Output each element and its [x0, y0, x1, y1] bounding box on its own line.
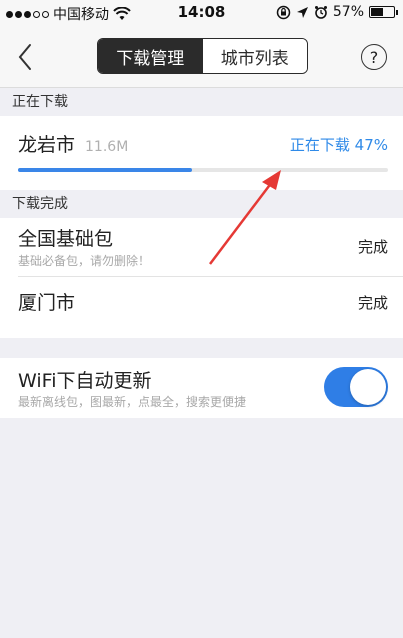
rotation-lock-icon: [276, 5, 291, 19]
city-name: 龙岩市: [18, 134, 76, 156]
divider: [18, 276, 403, 277]
download-row-longyan[interactable]: 龙岩市 11.6M 正在下载 47%: [0, 116, 403, 190]
back-button[interactable]: [12, 41, 40, 73]
section-header-completed: 下载完成: [0, 190, 403, 218]
download-row-title: 龙岩市 11.6M: [18, 130, 128, 157]
section-header-downloading: 正在下载: [0, 88, 403, 116]
segmented-control: 下载管理 城市列表: [97, 38, 308, 74]
wifi-auto-update-row: WiFi下自动更新 最新离线包，图最新，点最全，搜索更便捷: [0, 358, 403, 418]
alarm-icon: [314, 6, 327, 19]
package-subtitle: 基础必备包，请勿删除！: [18, 254, 151, 268]
battery-icon: [369, 6, 398, 18]
city-name: 厦门市: [18, 292, 76, 314]
toggle-knob: [350, 369, 386, 405]
location-arrow-icon: [296, 6, 308, 18]
tab-city-list[interactable]: 城市列表: [202, 39, 307, 73]
chevron-left-icon: [18, 44, 31, 70]
tab-download-manager[interactable]: 下载管理: [98, 39, 203, 73]
status-bar: 中国移动 14:08 57%: [0, 0, 403, 26]
question-icon: ?: [369, 47, 379, 67]
completed-status: 完成: [357, 238, 388, 256]
completed-status: 完成: [357, 294, 388, 312]
nav-bar: 下载管理 城市列表 ?: [0, 26, 403, 88]
status-right: 57%: [276, 4, 398, 20]
package-name: 全国基础包: [18, 228, 114, 250]
file-size: 11.6M: [85, 139, 129, 155]
progress-bar: [18, 168, 388, 172]
help-button[interactable]: ?: [361, 44, 387, 70]
wifi-auto-update-toggle[interactable]: [324, 367, 388, 407]
wifi-setting-label: WiFi下自动更新: [18, 370, 152, 392]
battery-percent: 57%: [332, 4, 364, 20]
wifi-setting-subtitle: 最新离线包，图最新，点最全，搜索更便捷: [18, 395, 247, 409]
progress-fill: [18, 168, 192, 172]
download-status[interactable]: 正在下载 47%: [290, 134, 388, 155]
completed-list: 全国基础包 基础必备包，请勿删除！ 完成 厦门市 完成: [0, 218, 403, 338]
